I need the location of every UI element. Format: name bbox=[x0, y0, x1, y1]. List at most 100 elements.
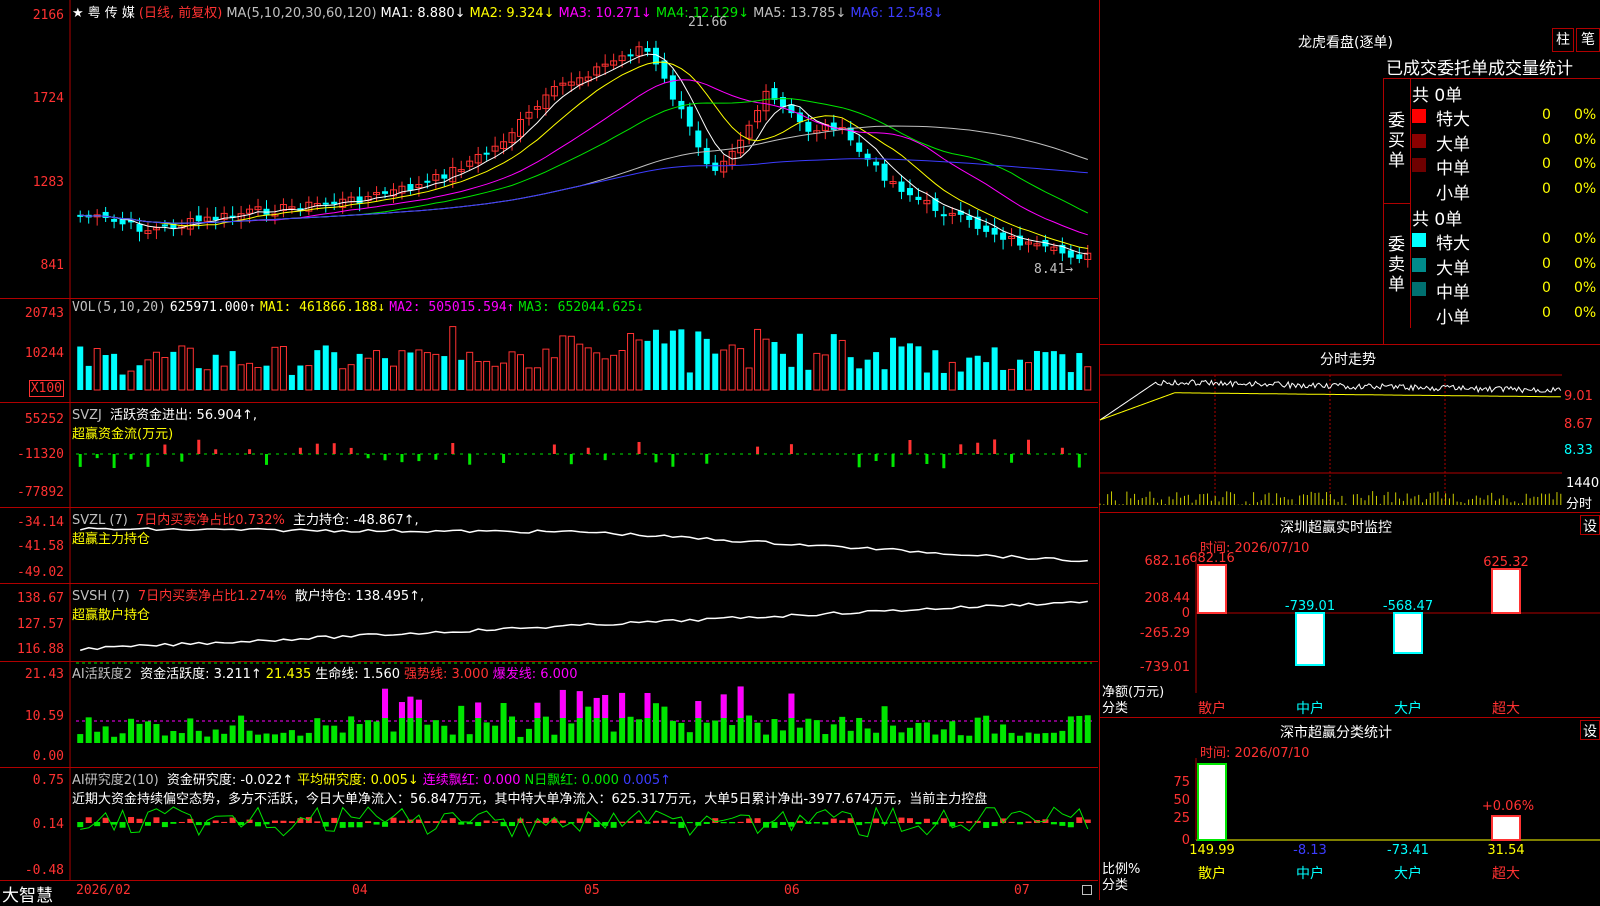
volume-bar bbox=[314, 350, 321, 390]
activity-bar bbox=[1025, 732, 1032, 743]
volume-bar bbox=[500, 362, 508, 391]
dragon-title: 龙虎看盘(逐单) bbox=[1298, 35, 1393, 51]
color-swatch bbox=[1412, 257, 1426, 272]
activity-bar bbox=[483, 722, 490, 743]
activity-bar bbox=[509, 716, 516, 743]
activity-bar bbox=[136, 723, 143, 743]
activity-bar bbox=[77, 734, 84, 743]
monitor-tick: 0 bbox=[1182, 606, 1190, 621]
lock-icon[interactable] bbox=[1082, 885, 1092, 895]
volume-pane[interactable]: 20743 10244 X100 VOL(5,10,20) 625971.000↑… bbox=[0, 298, 1098, 403]
ai-research-pane[interactable]: 0.75 0.14 -0.48 AI研究度2(10) 资金研究度: -0.022… bbox=[0, 767, 1098, 880]
bar-view-button[interactable]: 柱 bbox=[1552, 28, 1574, 52]
volume-bar bbox=[271, 346, 279, 391]
volume-bar bbox=[246, 362, 254, 391]
research-bar bbox=[576, 818, 583, 823]
order-row: 中单 0 0% bbox=[1412, 278, 1600, 303]
sell-order-label: 委卖单 bbox=[1388, 235, 1405, 295]
volume-bar bbox=[1067, 372, 1074, 390]
order-row: 大单 0 0% bbox=[1412, 130, 1600, 155]
research-bar bbox=[593, 822, 600, 828]
research-bar bbox=[178, 821, 185, 823]
activity-bar bbox=[805, 718, 812, 743]
candle-down bbox=[322, 202, 329, 205]
candle-down bbox=[407, 184, 414, 191]
research-bar bbox=[881, 822, 888, 824]
candle-down bbox=[331, 201, 338, 205]
activity-bar bbox=[669, 720, 676, 743]
research-bar bbox=[822, 822, 829, 825]
activity-bar bbox=[94, 731, 101, 743]
research-bar bbox=[339, 822, 346, 828]
flow-bar bbox=[451, 443, 455, 454]
candle-down bbox=[873, 161, 880, 166]
research-bar bbox=[729, 822, 736, 824]
order-pct: 0% bbox=[1574, 255, 1597, 272]
activity-bar bbox=[466, 734, 473, 743]
volume-bar bbox=[517, 354, 524, 391]
flow-bar bbox=[552, 444, 556, 454]
volume-bar bbox=[1033, 350, 1040, 390]
flow-bar bbox=[908, 440, 912, 454]
flow-bar bbox=[180, 454, 184, 462]
classify-tick: 75 bbox=[1173, 775, 1190, 790]
main-force-line bbox=[80, 527, 1088, 563]
research-bar bbox=[940, 818, 947, 823]
research-bar bbox=[170, 822, 177, 824]
monitor-tick: 682.16 bbox=[1145, 554, 1191, 569]
research-bar bbox=[966, 821, 973, 823]
svzl-pane[interactable]: -34.14 -41.58 -49.02 SVZL (7) 7日内买卖净占比0.… bbox=[0, 507, 1098, 584]
volume-bar bbox=[559, 335, 567, 391]
intraday-panel[interactable]: 分时走势 9.01 8.67 8.33 14406 分时 bbox=[1099, 345, 1600, 513]
research-bar bbox=[85, 817, 92, 823]
flow-bar bbox=[315, 443, 319, 454]
research-bar bbox=[153, 817, 160, 823]
volume-bar bbox=[288, 374, 295, 390]
research-bar bbox=[221, 821, 228, 823]
order-pct: 0% bbox=[1574, 231, 1597, 247]
volume-bar bbox=[423, 352, 431, 391]
volume-bar bbox=[347, 364, 355, 391]
candle-down bbox=[102, 211, 109, 218]
candle-down bbox=[483, 152, 490, 155]
volume-bar bbox=[974, 355, 981, 390]
candle-down bbox=[669, 75, 676, 100]
volume-bar bbox=[720, 349, 728, 391]
research-bar bbox=[348, 822, 355, 828]
volume-bar bbox=[525, 367, 533, 391]
volume-bar bbox=[652, 329, 659, 390]
ai-activity-pane[interactable]: 21.43 10.59 0.00 AI活跃度2 资金活跃度: 3.211↑ 21.… bbox=[0, 661, 1098, 768]
volume-bar bbox=[821, 354, 829, 391]
flow-bar bbox=[874, 454, 878, 462]
volume-bar bbox=[669, 330, 676, 390]
order-type: 大单 bbox=[1436, 258, 1470, 279]
research-bar bbox=[475, 822, 482, 827]
volume-bar bbox=[339, 368, 347, 391]
price-pane[interactable]: 2166 1724 1283 841 ★ 粤 传 媒 (日线, 前复权) MA(5,1… bbox=[0, 0, 1098, 299]
order-row: 特大 0 0% bbox=[1412, 105, 1600, 130]
tick-view-button[interactable]: 笔 bbox=[1576, 28, 1600, 52]
research-bar bbox=[398, 820, 405, 823]
candle-down bbox=[983, 225, 990, 232]
volume-bar bbox=[254, 367, 262, 391]
research-bar bbox=[839, 820, 846, 823]
candle-down bbox=[906, 188, 913, 196]
activity-bar bbox=[365, 720, 372, 743]
monitor-bar-label: 682.16 bbox=[1189, 551, 1235, 566]
activity-bar bbox=[864, 728, 871, 743]
activity-bar bbox=[161, 735, 168, 743]
flow-bar bbox=[586, 447, 590, 454]
volume-bar bbox=[119, 374, 126, 390]
volume-bar bbox=[407, 352, 414, 390]
activity-bar bbox=[661, 706, 668, 743]
activity-bar bbox=[271, 734, 278, 743]
flow-bar bbox=[214, 449, 218, 454]
volume-bar bbox=[203, 369, 211, 391]
activity-bar bbox=[906, 727, 913, 743]
candle-down bbox=[686, 106, 693, 127]
volume-bar bbox=[686, 372, 693, 390]
flow-bar bbox=[891, 454, 895, 467]
svsh-pane[interactable]: 138.67 127.57 116.88 SVSH (7) 7日内买卖净占比1.… bbox=[0, 583, 1098, 662]
svzj-pane[interactable]: 55252 -11320 -77892 SVZJ 活跃资金进出: 56.904↑… bbox=[0, 402, 1098, 508]
order-count: 0 bbox=[1542, 304, 1551, 321]
